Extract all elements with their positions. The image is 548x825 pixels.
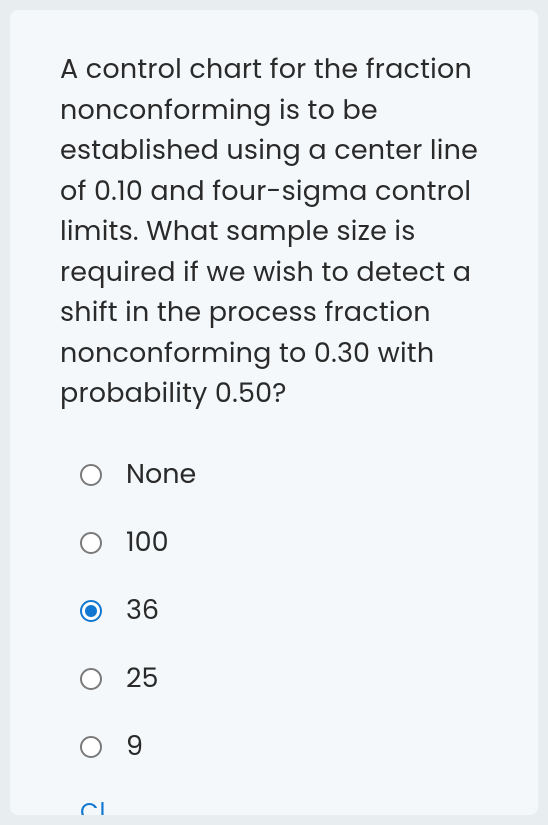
- option-9[interactable]: 9: [80, 727, 488, 767]
- clear-choice-link[interactable]: Cl: [60, 795, 488, 816]
- options-group: None 100 36 25 9: [60, 455, 488, 767]
- question-text: A control chart for the fraction nonconf…: [60, 50, 488, 415]
- option-label: 100: [126, 523, 169, 563]
- option-label: None: [126, 455, 196, 495]
- radio-icon: [80, 668, 102, 690]
- option-label: 25: [126, 659, 158, 699]
- option-label: 9: [126, 727, 143, 767]
- radio-icon-selected: [80, 600, 102, 622]
- option-25[interactable]: 25: [80, 659, 488, 699]
- radio-icon: [80, 736, 102, 758]
- option-100[interactable]: 100: [80, 523, 488, 563]
- question-card: A control chart for the fraction nonconf…: [10, 10, 538, 815]
- radio-icon: [80, 532, 102, 554]
- option-36[interactable]: 36: [80, 591, 488, 631]
- option-label: 36: [126, 591, 159, 631]
- radio-icon: [80, 464, 102, 486]
- option-none[interactable]: None: [80, 455, 488, 495]
